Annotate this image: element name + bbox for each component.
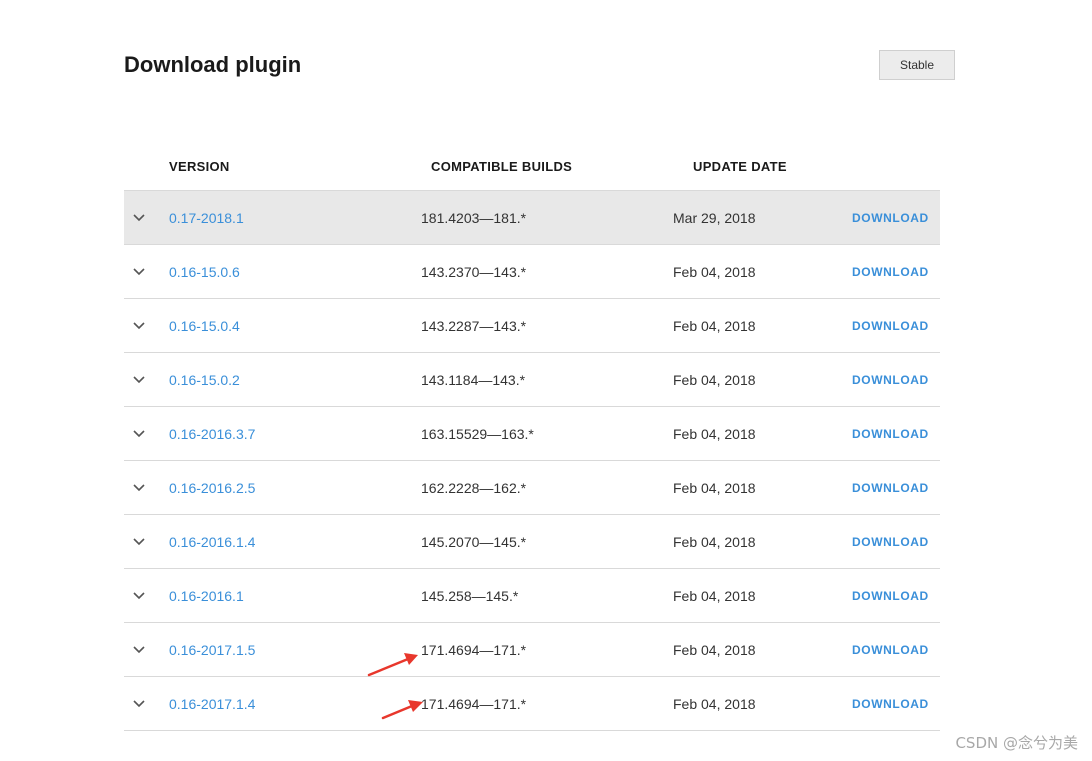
version-link[interactable]: 0.16-15.0.6 bbox=[169, 264, 240, 280]
chevron-down-icon[interactable] bbox=[132, 643, 146, 657]
compatible-builds: 181.4203—181.* bbox=[421, 210, 527, 226]
version-link[interactable]: 0.16-2017.1.4 bbox=[169, 696, 255, 712]
column-header-compatible-builds: COMPATIBLE BUILDS bbox=[431, 159, 573, 174]
column-header-update-date: UPDATE DATE bbox=[693, 159, 787, 174]
chevron-down-icon[interactable] bbox=[132, 319, 146, 333]
red-arrow-icon bbox=[381, 700, 423, 720]
chevron-down-icon[interactable] bbox=[132, 589, 146, 603]
table-body: 0.17-2018.1 181.4203—181.* Mar 29, 2018 DOW… bbox=[124, 191, 940, 731]
update-date: Feb 04, 2018 bbox=[673, 264, 756, 280]
version-link[interactable]: 0.16-2016.2.5 bbox=[169, 480, 255, 496]
update-date: Feb 04, 2018 bbox=[673, 318, 756, 334]
chevron-down-icon[interactable] bbox=[132, 535, 146, 549]
update-date: Feb 04, 2018 bbox=[673, 696, 756, 712]
download-button[interactable]: DOWNLOAD bbox=[852, 697, 929, 711]
download-button[interactable]: DOWNLOAD bbox=[852, 589, 929, 603]
compatible-builds: 143.1184—143.* bbox=[421, 372, 526, 388]
chevron-down-icon[interactable] bbox=[132, 427, 146, 441]
update-date: Feb 04, 2018 bbox=[673, 426, 756, 442]
chevron-down-icon[interactable] bbox=[132, 373, 146, 387]
watermark: CSDN @念兮为美 bbox=[955, 734, 1078, 752]
table-row[interactable]: 0.16-2016.1.4 145.2070—145.* Feb 04, 2018 D… bbox=[124, 515, 940, 569]
column-header-version: VERSION bbox=[169, 159, 230, 174]
table-row[interactable]: 0.16-2017.1.5 171.4694—171.* Feb 04, 2018 D… bbox=[124, 623, 940, 677]
compatible-builds: 145.2070—145.* bbox=[421, 534, 527, 550]
download-button[interactable]: DOWNLOAD bbox=[852, 319, 929, 333]
update-date: Feb 04, 2018 bbox=[673, 588, 756, 604]
table-row[interactable]: 0.16-15.0.4 143.2287—143.* Feb 04, 2018 DOW… bbox=[124, 299, 940, 353]
download-button[interactable]: DOWNLOAD bbox=[852, 211, 929, 225]
version-link[interactable]: 0.17-2018.1 bbox=[169, 210, 244, 226]
update-date: Feb 04, 2018 bbox=[673, 534, 756, 550]
table-row[interactable]: 0.16-15.0.2 143.1184—143.* Feb 04, 2018 DOW… bbox=[124, 353, 940, 407]
update-date: Mar 29, 2018 bbox=[673, 210, 756, 226]
update-date: Feb 04, 2018 bbox=[673, 642, 756, 658]
compatible-builds: 143.2287—143.* bbox=[421, 318, 527, 334]
table-row[interactable]: 0.16-2017.1.4 171.4694—171.* Feb 04, 2018 D… bbox=[124, 677, 940, 731]
table-row[interactable]: 0.16-2016.3.7 163.15529—163.* Feb 04, 2018… bbox=[124, 407, 940, 461]
chevron-down-icon[interactable] bbox=[132, 265, 146, 279]
version-link[interactable]: 0.16-15.0.4 bbox=[169, 318, 240, 334]
version-link[interactable]: 0.16-2016.3.7 bbox=[169, 426, 255, 442]
compatible-builds: 163.15529—163.* bbox=[421, 426, 534, 442]
page: Download plugin Stable VERSION COMPATIBL… bbox=[0, 0, 1092, 761]
chevron-down-icon[interactable] bbox=[132, 211, 146, 225]
download-button[interactable]: DOWNLOAD bbox=[852, 265, 929, 279]
compatible-builds: 162.2228—162.* bbox=[421, 480, 527, 496]
version-link[interactable]: 0.16-2017.1.5 bbox=[169, 642, 255, 658]
chevron-down-icon[interactable] bbox=[132, 697, 146, 711]
download-button[interactable]: DOWNLOAD bbox=[852, 535, 929, 549]
table-row[interactable]: 0.16-15.0.6 143.2370—143.* Feb 04, 2018 DOW… bbox=[124, 245, 940, 299]
version-link[interactable]: 0.16-15.0.2 bbox=[169, 372, 240, 388]
table-row[interactable]: 0.16-2016.2.5 162.2228—162.* Feb 04, 2018 D… bbox=[124, 461, 940, 515]
versions-table: VERSION COMPATIBLE BUILDS UPDATE DATE 0.… bbox=[124, 140, 940, 731]
version-link[interactable]: 0.16-2016.1 bbox=[169, 588, 244, 604]
page-title: Download plugin bbox=[124, 52, 302, 77]
table-row[interactable]: 0.16-2016.1 145.258—145.* Feb 04, 2018 DOWN… bbox=[124, 569, 940, 623]
red-arrow-icon bbox=[367, 653, 418, 677]
download-button[interactable]: DOWNLOAD bbox=[852, 427, 929, 441]
download-button[interactable]: DOWNLOAD bbox=[852, 643, 929, 657]
compatible-builds: 145.258—145.* bbox=[421, 588, 519, 604]
download-button[interactable]: DOWNLOAD bbox=[852, 481, 929, 495]
update-date: Feb 04, 2018 bbox=[673, 372, 756, 388]
compatible-builds: 171.4694—171.* bbox=[421, 696, 527, 712]
update-date: Feb 04, 2018 bbox=[673, 480, 756, 496]
chevron-down-icon[interactable] bbox=[132, 481, 146, 495]
table-row[interactable]: 0.17-2018.1 181.4203—181.* Mar 29, 2018 DOW… bbox=[124, 191, 940, 245]
version-link[interactable]: 0.16-2016.1.4 bbox=[169, 534, 255, 550]
download-button[interactable]: DOWNLOAD bbox=[852, 373, 929, 387]
compatible-builds: 143.2370—143.* bbox=[421, 264, 527, 280]
channel-stable-button[interactable]: Stable bbox=[879, 50, 955, 80]
compatible-builds: 171.4694—171.* bbox=[421, 642, 527, 658]
table-header: VERSION COMPATIBLE BUILDS UPDATE DATE bbox=[124, 140, 940, 191]
